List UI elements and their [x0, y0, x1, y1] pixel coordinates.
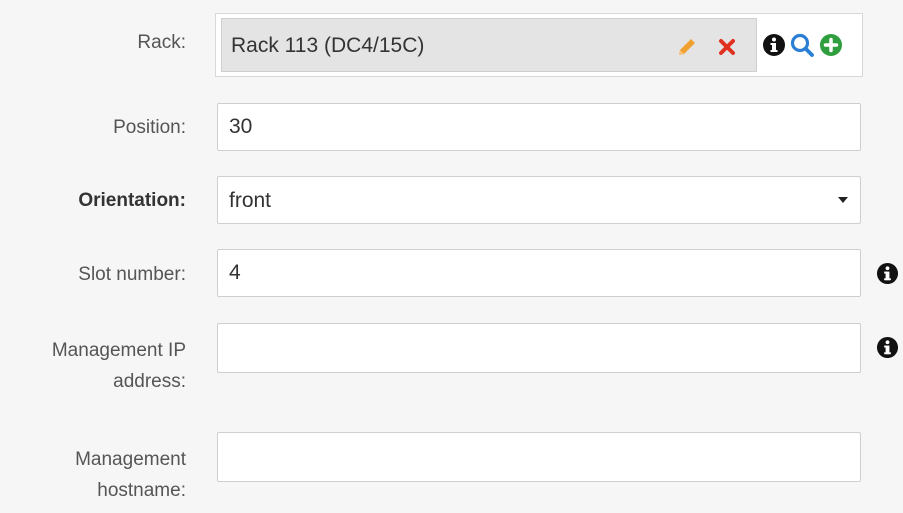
- position-input[interactable]: [218, 104, 860, 150]
- slot-number-label: Slot number:: [78, 264, 186, 285]
- caret-down-icon: [838, 197, 848, 203]
- management-ip-label-line2: address:: [113, 371, 186, 392]
- search-icon[interactable]: [789, 32, 815, 58]
- management-ip-input[interactable]: [218, 324, 860, 372]
- management-ip-label: Management IP address:: [0, 336, 186, 396]
- orientation-selected-value: front: [229, 189, 272, 212]
- info-icon[interactable]: [876, 262, 899, 285]
- slot-number-input[interactable]: [218, 250, 860, 296]
- position-field-wrap: [217, 103, 861, 151]
- plus-circle-icon[interactable]: [819, 33, 843, 57]
- position-label: Position:: [113, 117, 186, 138]
- info-icon[interactable]: [762, 33, 786, 57]
- rack-select-field[interactable]: Rack 113 (DC4/15C): [221, 18, 757, 72]
- rack-value: Rack 113 (DC4/15C): [231, 34, 425, 57]
- rack-field-group: Rack 113 (DC4/15C): [215, 13, 863, 77]
- management-ip-label-line1: Management IP: [51, 340, 186, 361]
- close-icon[interactable]: [717, 37, 737, 57]
- management-hostname-label-line2: hostname:: [97, 480, 186, 501]
- management-hostname-label-line1: Management: [75, 449, 186, 470]
- pencil-icon[interactable]: [675, 35, 699, 59]
- management-ip-field-wrap: [217, 323, 861, 373]
- management-hostname-input[interactable]: [218, 433, 860, 481]
- orientation-label: Orientation:: [78, 190, 186, 211]
- info-icon[interactable]: [876, 336, 899, 359]
- orientation-select[interactable]: front: [217, 176, 861, 224]
- management-hostname-label: Management hostname:: [0, 445, 186, 505]
- rack-label: Rack:: [137, 32, 186, 53]
- slot-number-field-wrap: [217, 249, 861, 297]
- management-hostname-field-wrap: [217, 432, 861, 482]
